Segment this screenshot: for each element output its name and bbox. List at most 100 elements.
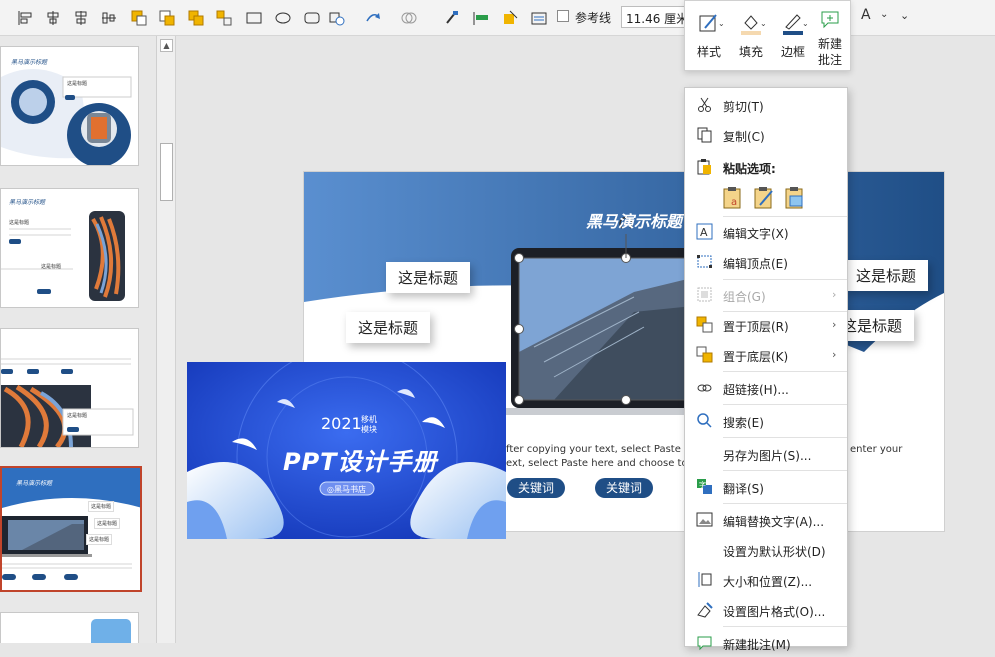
ungroup-icon[interactable] <box>215 9 233 27</box>
align-right-icon[interactable] <box>72 9 90 27</box>
thumb-heading-2: 这是标题 <box>41 264 62 270</box>
keyword-button-1[interactable]: 关键词 <box>507 478 565 498</box>
menu-separator <box>723 404 847 405</box>
shapes-icon[interactable] <box>328 9 346 27</box>
menu-label: 复制(C) <box>723 130 765 144</box>
bring-to-front-icon <box>696 316 713 333</box>
distribute-icon[interactable] <box>472 9 490 27</box>
submenu-arrow-icon: › <box>832 318 837 331</box>
ppt-manual-image[interactable]: 2021 移机 模块 PPT设计手册 ◎黑马书店 <box>187 362 506 539</box>
slide-callout-3[interactable]: 这是标题 <box>844 260 929 291</box>
align-top-icon[interactable] <box>100 9 118 27</box>
send-backward-icon[interactable] <box>158 9 176 27</box>
paste-icon <box>697 159 711 175</box>
oval-icon[interactable] <box>274 9 292 27</box>
border-button[interactable]: ⌄ 边框 <box>773 5 813 69</box>
menu-separator <box>723 371 847 372</box>
new-comment-button[interactable]: 新建 批注 <box>811 5 849 69</box>
menu-item-copy[interactable]: 复制(C) <box>685 121 847 149</box>
menu-item-size-position[interactable]: 大小和位置(Z)... <box>685 566 847 594</box>
slide-body-text-3[interactable]: enter your <box>850 444 902 455</box>
slide-thumbnail-pane: 黑马演示标题 这是标题 黑马演示标题 这是标题 这是标题 这是标题 黑马演示标题… <box>0 36 157 643</box>
thumbnail-scrollbar[interactable]: ▲ <box>157 36 176 643</box>
menu-item-new-comment[interactable]: 新建批注(M) <box>685 629 847 657</box>
paste-text-only-icon[interactable] <box>752 185 776 209</box>
slide-thumbnail-1[interactable]: 黑马演示标题 这是标题 <box>0 46 139 166</box>
menu-item-set-default-shape[interactable]: 设置为默认形状(D) <box>685 536 847 564</box>
menu-item-cut[interactable]: 剪切(T) <box>685 91 847 119</box>
ppt-card-title: PPT设计手册 <box>283 448 438 476</box>
format-picture-icon <box>697 602 713 618</box>
menu-item-bring-to-front[interactable]: 置于顶层(R) › <box>685 311 847 339</box>
edit-points-icon <box>697 255 712 268</box>
rounded-rect-icon[interactable] <box>303 9 321 27</box>
slide-callout-2[interactable]: 这是标题 <box>346 312 431 343</box>
menu-item-group[interactable]: 组合(G) › <box>685 281 847 309</box>
slide-thumbnail-2[interactable]: 黑马演示标题 这是标题 这是标题 <box>0 188 139 308</box>
font-color-dropdown[interactable]: ⌄ <box>880 9 888 20</box>
menu-label: 翻译(S) <box>723 482 764 496</box>
paste-as-picture-icon[interactable] <box>783 185 807 209</box>
thumb-callout-3: 这是标题 <box>86 534 113 545</box>
menu-item-format-picture[interactable]: 设置图片格式(O)... <box>685 596 847 624</box>
context-menu: 剪切(T) 复制(C) 粘贴选项: a A 编辑文字(X) 编辑顶点(E) 组合… <box>684 87 848 652</box>
menu-separator <box>723 437 847 438</box>
svg-text:a: a <box>731 197 737 208</box>
menu-separator <box>723 279 847 280</box>
paste-keep-format-icon[interactable]: a <box>721 185 745 209</box>
menu-item-send-to-back[interactable]: 置于底层(K) › <box>685 341 847 369</box>
slide-thumbnail-3[interactable]: 这是标题 <box>0 328 139 448</box>
thumb-title: 黑马演示标题 <box>16 480 53 487</box>
ribbon-more-icon[interactable]: ⌄ <box>900 9 909 22</box>
scroll-up-icon[interactable]: ▲ <box>160 39 173 52</box>
format-painter-icon[interactable] <box>443 9 461 27</box>
shape-size-input[interactable]: 11.46 厘米 <box>621 6 687 28</box>
gridlines-label: 参考线 <box>575 11 612 25</box>
menu-item-edit-text[interactable]: A 编辑文字(X) <box>685 218 847 246</box>
bring-forward-icon[interactable] <box>130 9 148 27</box>
scroll-thumb[interactable] <box>160 143 173 201</box>
send-to-back-icon <box>696 346 713 363</box>
thumb-heading: 这是标题 <box>67 81 88 87</box>
menu-item-edit-points[interactable]: 编辑顶点(E) <box>685 248 847 276</box>
style-dropdown[interactable]: ⌄ <box>718 19 725 28</box>
size-position-icon <box>698 572 712 587</box>
border-dropdown[interactable]: ⌄ <box>802 19 809 28</box>
menu-item-hyperlink[interactable]: 超链接(H)... <box>685 374 847 402</box>
style-button[interactable]: ⌄ 样式 <box>689 5 729 69</box>
slide-callout-1[interactable]: 这是标题 <box>386 262 471 293</box>
crop-icon[interactable] <box>501 9 519 27</box>
menu-label: 置于顶层(R) <box>723 320 789 334</box>
menu-item-search[interactable]: 搜索(E) <box>685 407 847 435</box>
fill-dropdown[interactable]: ⌄ <box>760 19 767 28</box>
rectangle-icon[interactable] <box>245 9 263 27</box>
gridlines-checkbox[interactable] <box>557 10 569 22</box>
align-center-icon[interactable] <box>44 9 62 27</box>
font-color-icon[interactable]: A <box>861 7 871 23</box>
keyword-button-2[interactable]: 关键词 <box>595 478 653 498</box>
menu-label: 大小和位置(Z)... <box>723 575 813 589</box>
fill-button[interactable]: ⌄ 填充 <box>731 5 771 69</box>
menu-label: 新建批注(M) <box>723 638 791 652</box>
edit-text-icon: A <box>696 223 713 240</box>
menu-item-translate[interactable]: 字 翻译(S) <box>685 473 847 501</box>
slide-title[interactable]: 黑马演示标题 <box>586 208 682 232</box>
menu-label: 另存为图片(S)... <box>723 449 812 463</box>
combine-shapes-icon[interactable] <box>400 9 418 27</box>
search-icon <box>697 413 712 428</box>
align-left-icon[interactable] <box>16 9 34 27</box>
menu-item-edit-alt-text[interactable]: 编辑替换文字(A)... <box>685 506 847 534</box>
svg-text:字: 字 <box>699 480 706 489</box>
thumb-callout-1: 这是标题 <box>88 501 115 512</box>
text-box-icon[interactable] <box>530 9 548 27</box>
menu-item-save-as-picture[interactable]: 另存为图片(S)... <box>685 440 847 468</box>
menu-label: 编辑文字(X) <box>723 227 789 241</box>
ppt-card-small-2: 模块 <box>361 425 377 434</box>
slide-thumbnail-4-selected[interactable]: 黑马演示标题 这是标题 这是标题 这是标题 <box>0 466 142 592</box>
slide-thumbnail-5[interactable] <box>0 612 139 643</box>
group-icon[interactable] <box>187 9 205 27</box>
hyperlink-icon <box>697 384 712 392</box>
new-comment-label-2: 批注 <box>817 53 842 67</box>
new-comment-label-1: 新建 <box>817 37 842 51</box>
rotate-icon[interactable] <box>364 9 382 27</box>
